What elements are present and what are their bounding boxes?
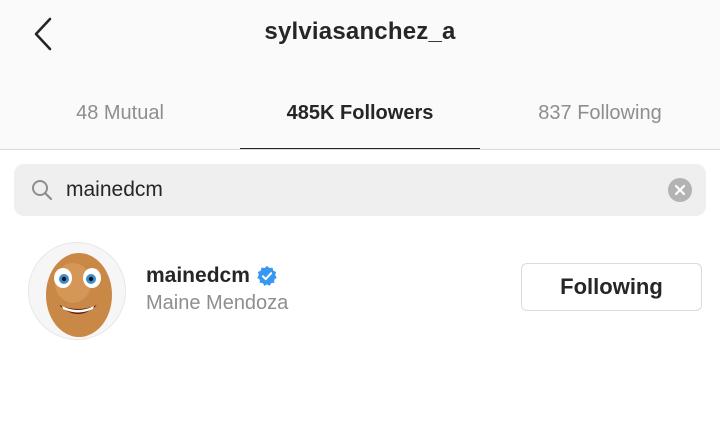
avatar[interactable] [28,242,126,340]
clear-icon [674,184,686,196]
tab-bar: 48 Mutual 485K Followers 837 Following [0,76,720,150]
tab-label: 48 Mutual [76,101,164,124]
list-item[interactable]: mainedcm Maine Mendoza Following [0,236,720,346]
tab-label: 837 Following [538,101,662,124]
search-input[interactable] [66,172,646,208]
clear-search-button[interactable] [668,178,692,202]
tab-mutual[interactable]: 48 Mutual [0,76,240,150]
username[interactable]: mainedcm [146,264,250,288]
username-row[interactable]: mainedcm [146,262,278,290]
page-title: sylviasanchez_a [264,18,456,45]
tab-followers[interactable]: 485K Followers [240,76,480,150]
full-name: Maine Mendoza [146,292,289,314]
tab-label: 485K Followers [286,101,434,124]
tab-following[interactable]: 837 Following [480,76,720,150]
verified-badge-icon [257,265,277,286]
tab-divider [0,149,720,150]
following-button[interactable]: Following [521,263,702,311]
avatar-image [29,243,125,339]
search-bar[interactable] [14,164,706,216]
top-bar: sylviasanchez_a 48 Mutual 485K Followers… [0,0,720,150]
search-icon [32,180,53,201]
